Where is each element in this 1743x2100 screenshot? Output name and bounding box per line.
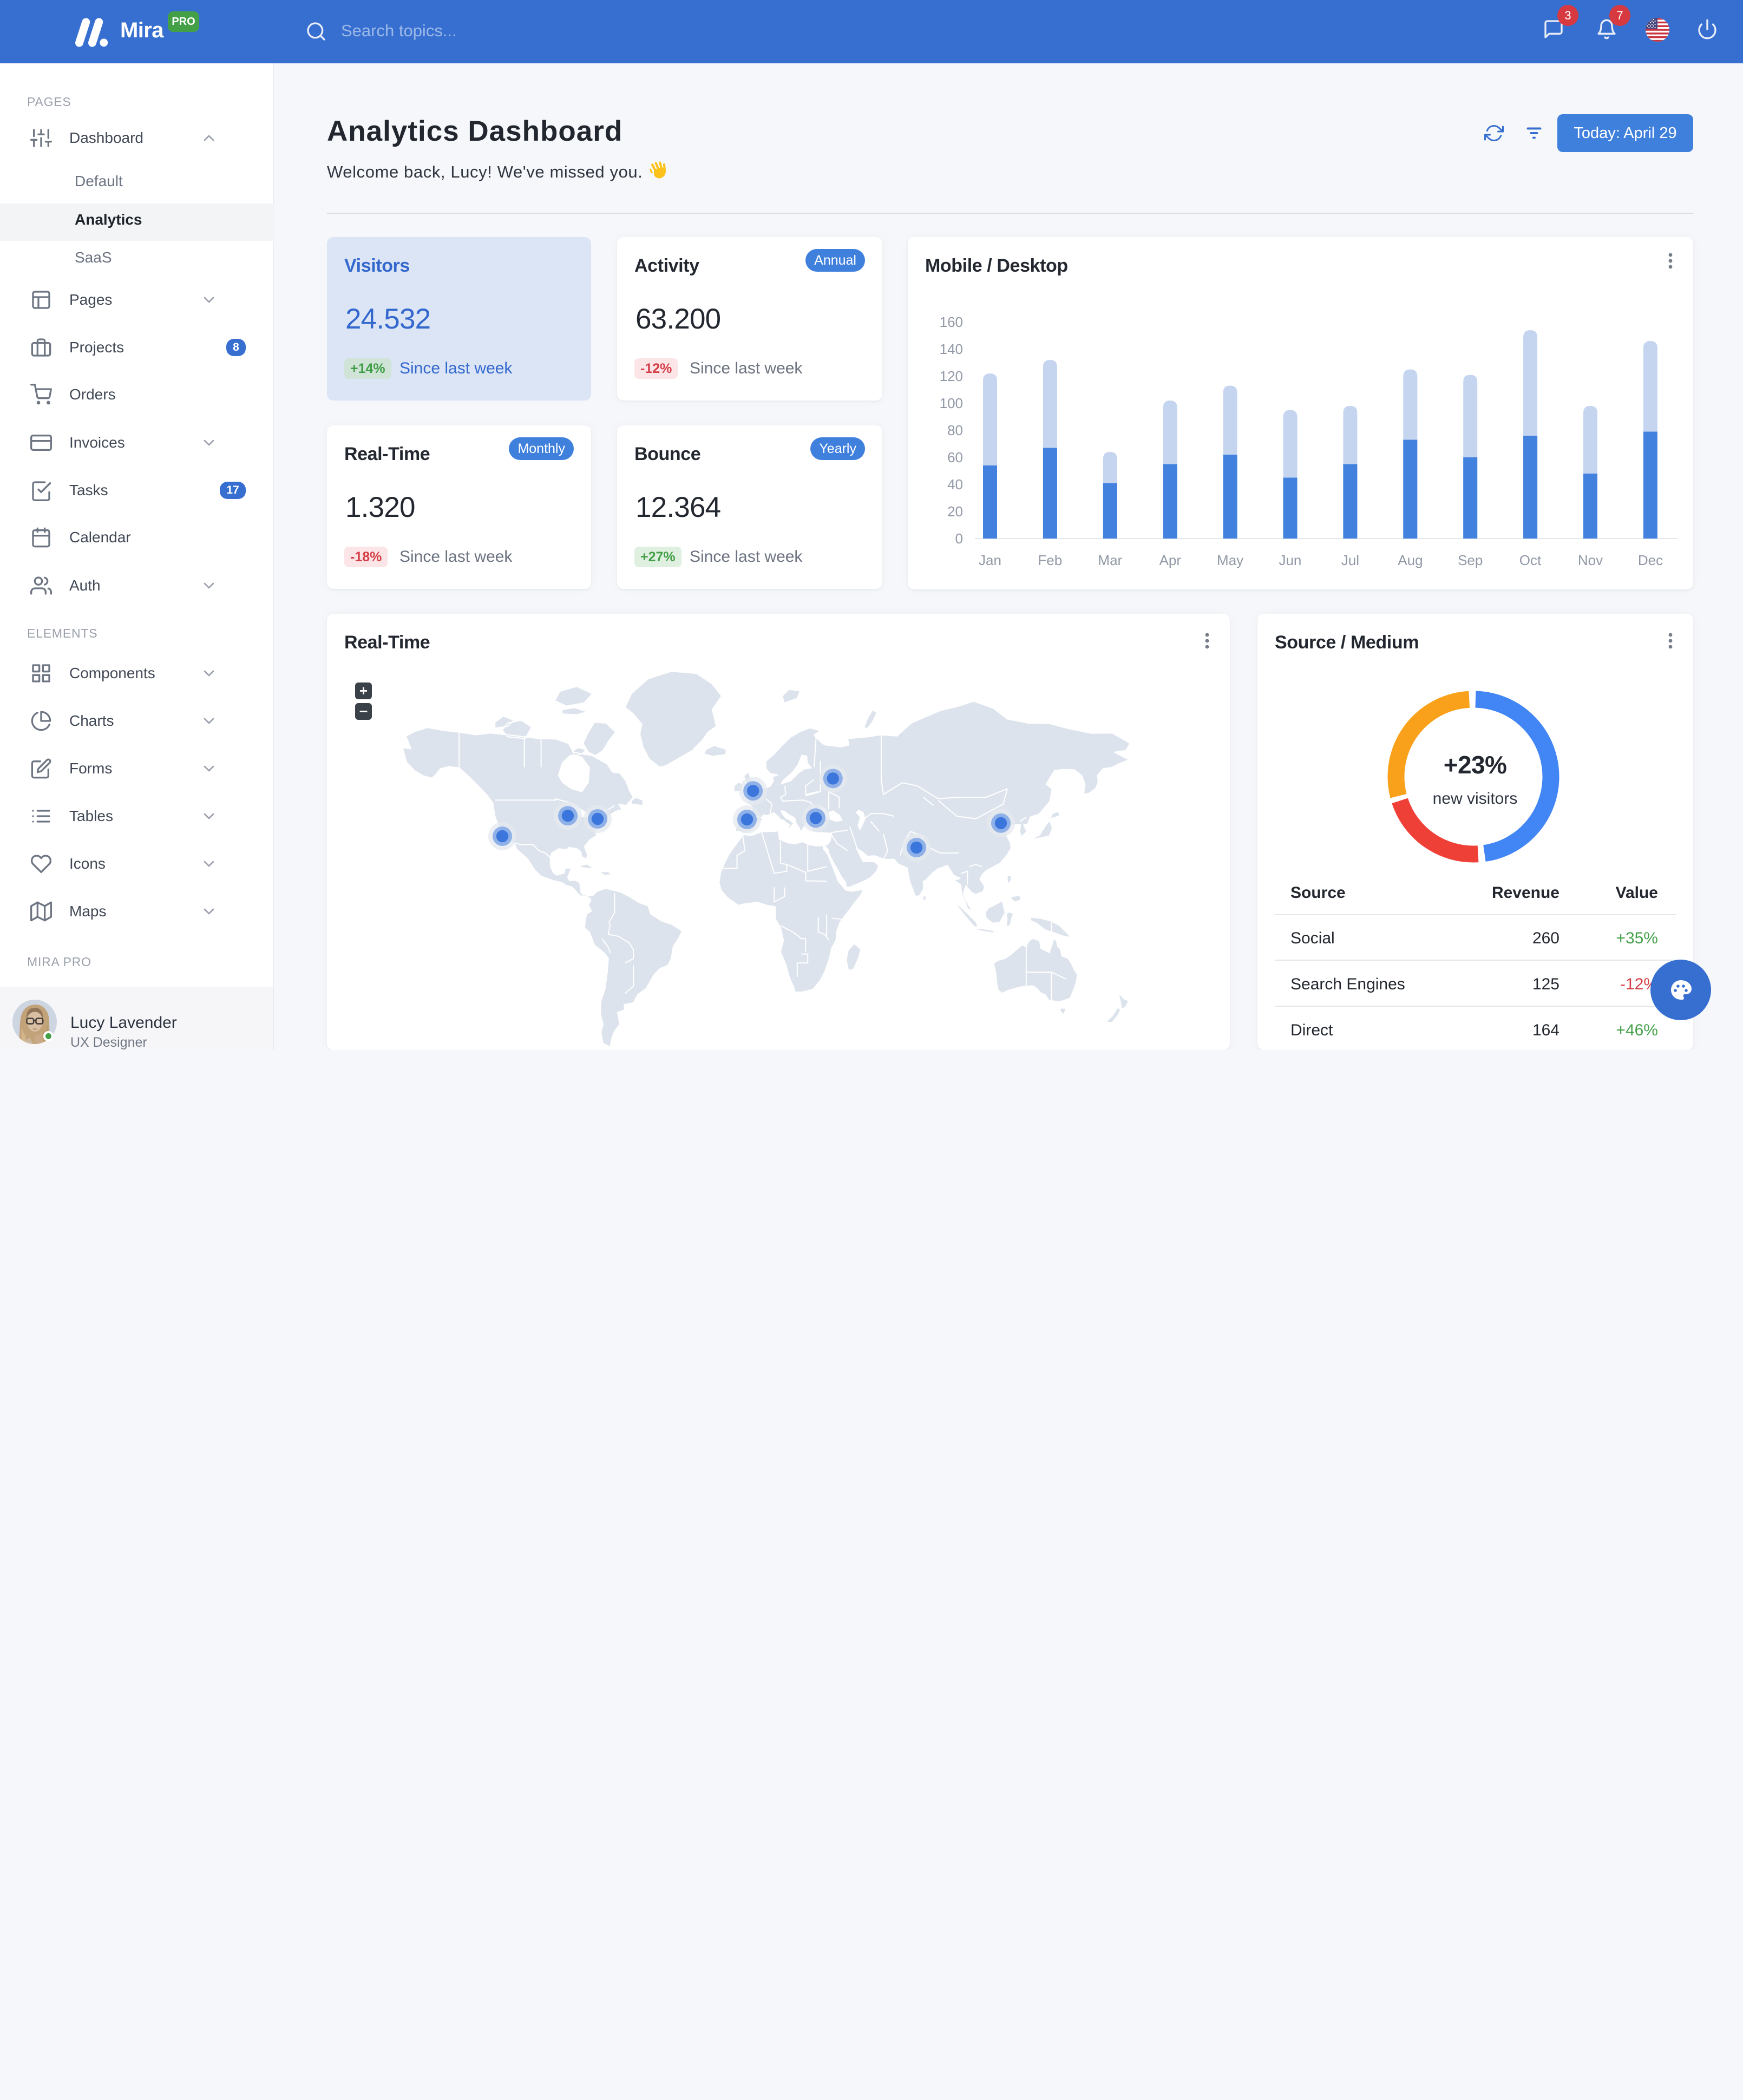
svg-text:May: May [1217,552,1243,568]
svg-text:Jun: Jun [1279,552,1301,568]
svg-text:Jul: Jul [1341,552,1359,568]
svg-text:Oct: Oct [1519,552,1542,568]
svg-text:Jan: Jan [979,552,1001,568]
svg-text:40: 40 [947,476,963,493]
svg-text:120: 120 [940,368,963,384]
svg-text:80: 80 [947,422,963,438]
svg-text:Nov: Nov [1578,552,1603,568]
svg-text:Feb: Feb [1038,552,1062,568]
svg-text:Mar: Mar [1098,552,1122,568]
svg-text:Aug: Aug [1398,552,1423,568]
svg-text:Sep: Sep [1458,552,1483,568]
svg-text:140: 140 [940,341,963,357]
svg-text:60: 60 [947,449,963,465]
svg-text:Apr: Apr [1159,552,1182,568]
svg-text:Dec: Dec [1638,552,1663,568]
svg-text:0: 0 [955,530,963,547]
svg-text:100: 100 [940,395,963,411]
svg-text:160: 160 [940,314,963,330]
svg-text:20: 20 [947,503,963,520]
